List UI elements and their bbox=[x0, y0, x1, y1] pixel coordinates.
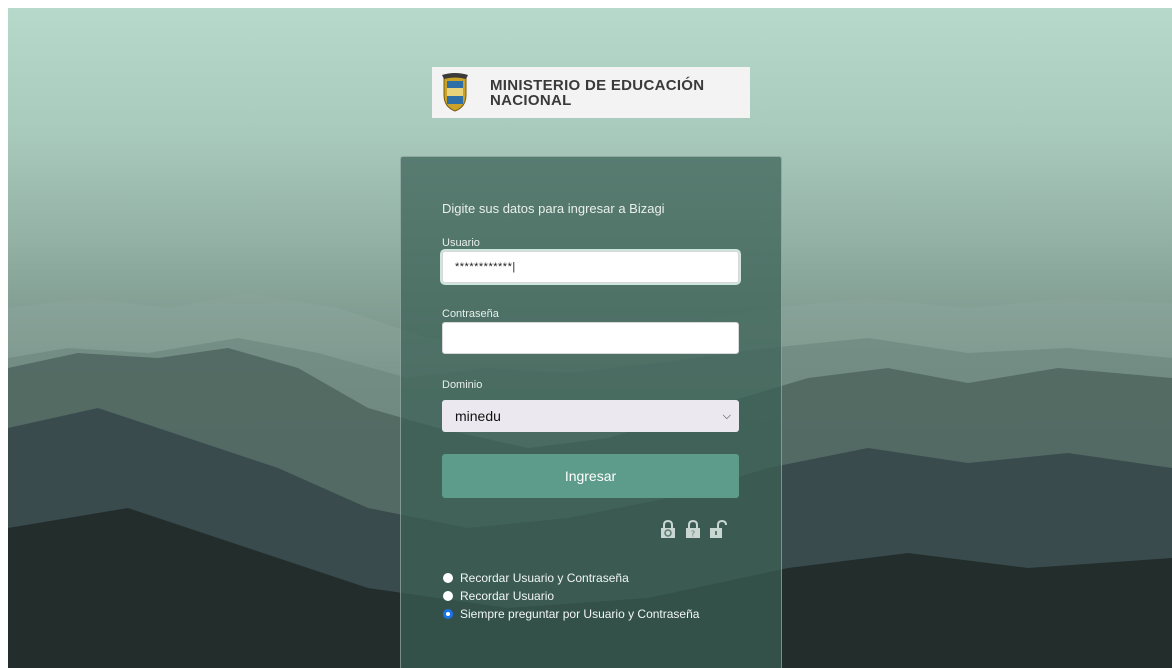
background-mountains: MINISTERIO DE EDUCACIÓN NACIONAL Digite … bbox=[8, 8, 1172, 668]
password-input[interactable] bbox=[442, 322, 739, 354]
lock-question-icon[interactable]: ? bbox=[684, 520, 702, 538]
ministry-name-line2: NACIONAL bbox=[490, 91, 572, 109]
user-label: Usuario bbox=[442, 237, 480, 249]
radio-label: Recordar Usuario bbox=[460, 589, 555, 603]
password-label: Contraseña bbox=[442, 308, 499, 320]
radio-remember-user-password[interactable] bbox=[443, 573, 453, 583]
remember-user-and-password-option[interactable]: Recordar Usuario y Contraseña bbox=[443, 569, 699, 587]
unlock-icon[interactable] bbox=[709, 520, 727, 538]
login-button[interactable]: Ingresar bbox=[442, 454, 739, 498]
login-panel: Digite sus datos para ingresar a Bizagi … bbox=[400, 156, 782, 668]
remember-user-option[interactable]: Recordar Usuario bbox=[443, 587, 699, 605]
always-ask-option[interactable]: Siempre preguntar por Usuario y Contrase… bbox=[443, 605, 699, 623]
user-input[interactable]: ************| bbox=[442, 251, 739, 283]
remember-options: Recordar Usuario y Contraseña Recordar U… bbox=[443, 569, 699, 623]
colombia-crest-icon bbox=[442, 72, 468, 112]
ministry-logo-banner: MINISTERIO DE EDUCACIÓN NACIONAL bbox=[432, 67, 750, 118]
lock-actions: ? bbox=[659, 520, 727, 538]
login-intro-text: Digite sus datos para ingresar a Bizagi bbox=[442, 201, 665, 216]
ministry-name-line1: MINISTERIO DE EDUCACIÓN bbox=[490, 76, 705, 94]
domain-select[interactable]: minedu ⌵ bbox=[442, 400, 739, 432]
radio-label: Siempre preguntar por Usuario y Contrase… bbox=[460, 607, 700, 621]
domain-selected-value: minedu bbox=[455, 408, 501, 424]
radio-always-ask[interactable] bbox=[443, 609, 453, 619]
radio-label: Recordar Usuario y Contraseña bbox=[460, 571, 629, 585]
ministry-name: MINISTERIO DE EDUCACIÓN NACIONAL bbox=[490, 78, 704, 108]
svg-text:?: ? bbox=[691, 530, 695, 539]
chevron-down-icon: ⌵ bbox=[722, 409, 731, 422]
domain-label: Dominio bbox=[442, 379, 483, 391]
lock-refresh-icon[interactable] bbox=[659, 520, 677, 538]
radio-remember-user[interactable] bbox=[443, 591, 453, 601]
